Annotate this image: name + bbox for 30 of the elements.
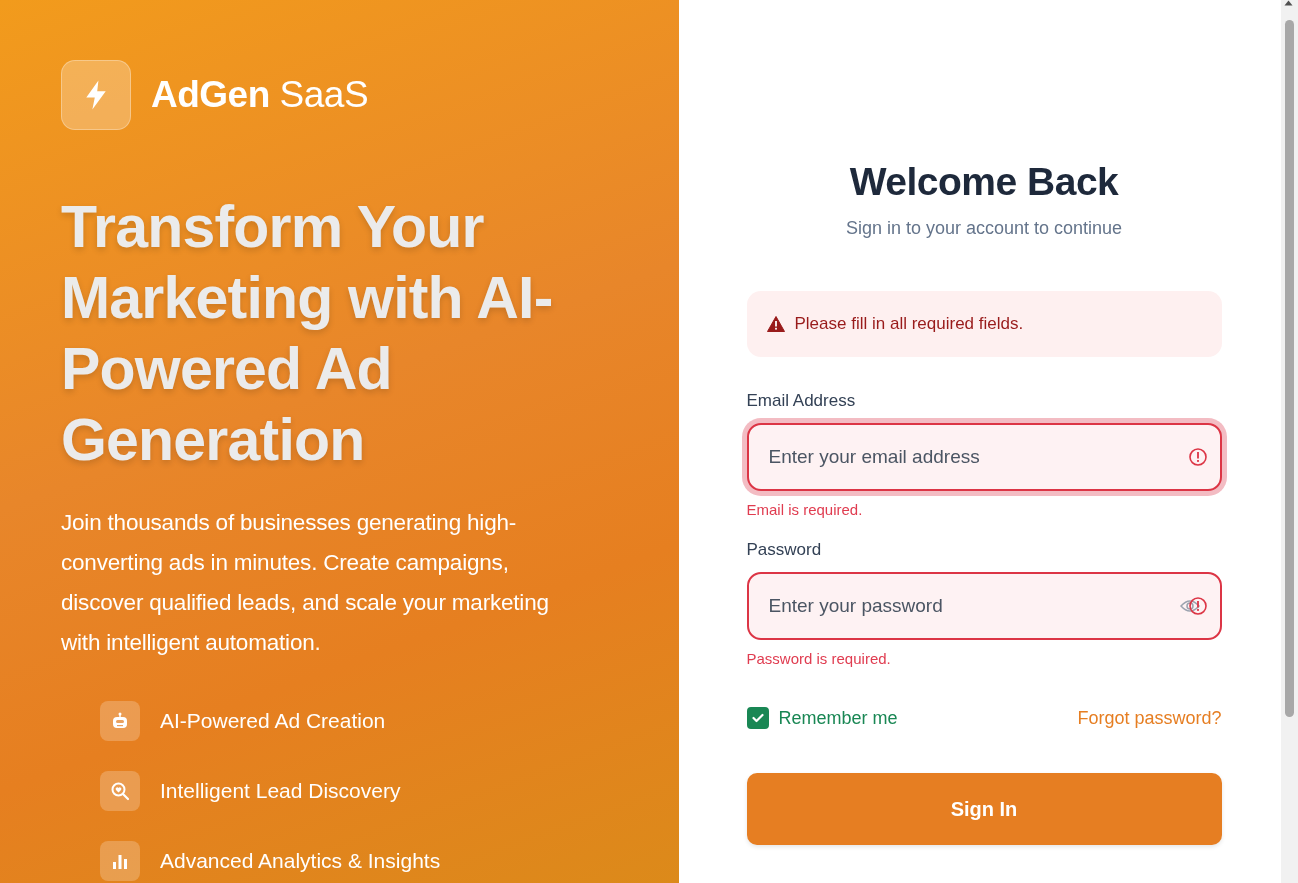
feature-label: Intelligent Lead Discovery xyxy=(160,779,401,803)
lightning-logo-icon xyxy=(61,60,131,130)
hero-description: Join thousands of businesses generating high-converting ads in minutes. Create campaigns, discover qualified leads, and scale your marketing with intelligent automation. xyxy=(61,509,550,657)
warning-icon xyxy=(766,316,785,332)
remember-label[interactable]: Remember me xyxy=(778,707,898,729)
password-field[interactable]: Enter your password xyxy=(746,572,1222,640)
eye-icon[interactable] xyxy=(1179,599,1200,613)
forgot-password-link[interactable]: Forgot password? xyxy=(1077,707,1222,729)
form-subtitle: Sign in to your account to continue xyxy=(845,218,1123,239)
alert-message: Please fill in all required fields. xyxy=(794,314,1024,334)
sign-in-button[interactable]: Sign In xyxy=(746,773,1222,845)
checkmark-icon xyxy=(751,713,764,723)
magnifier-icon xyxy=(100,771,140,811)
field-label: Email Address xyxy=(746,391,857,411)
feature-label: Advanced Analytics & Insights xyxy=(160,849,441,873)
field-error-message: Password is required. xyxy=(746,650,892,667)
robot-icon xyxy=(100,701,140,741)
hero-headline: Transform Your Marketing with AI-Powered Ad Generation xyxy=(61,193,554,475)
bar-chart-icon xyxy=(100,841,140,881)
remember-checkbox[interactable] xyxy=(746,707,769,729)
scroll-up-arrow-icon[interactable] xyxy=(1284,0,1293,6)
form-title: Welcome Back xyxy=(849,160,1119,204)
brand-name: AdGen SaaS xyxy=(151,74,369,116)
field-error-message: Email is required. xyxy=(746,501,864,518)
feature-label: AI-Powered Ad Creation xyxy=(160,709,386,733)
field-label: Password xyxy=(746,540,823,560)
email-field[interactable]: Enter your email address xyxy=(746,423,1222,491)
scrollbar[interactable] xyxy=(1281,0,1298,883)
error-icon xyxy=(1187,447,1208,467)
error-icon xyxy=(1187,596,1208,616)
